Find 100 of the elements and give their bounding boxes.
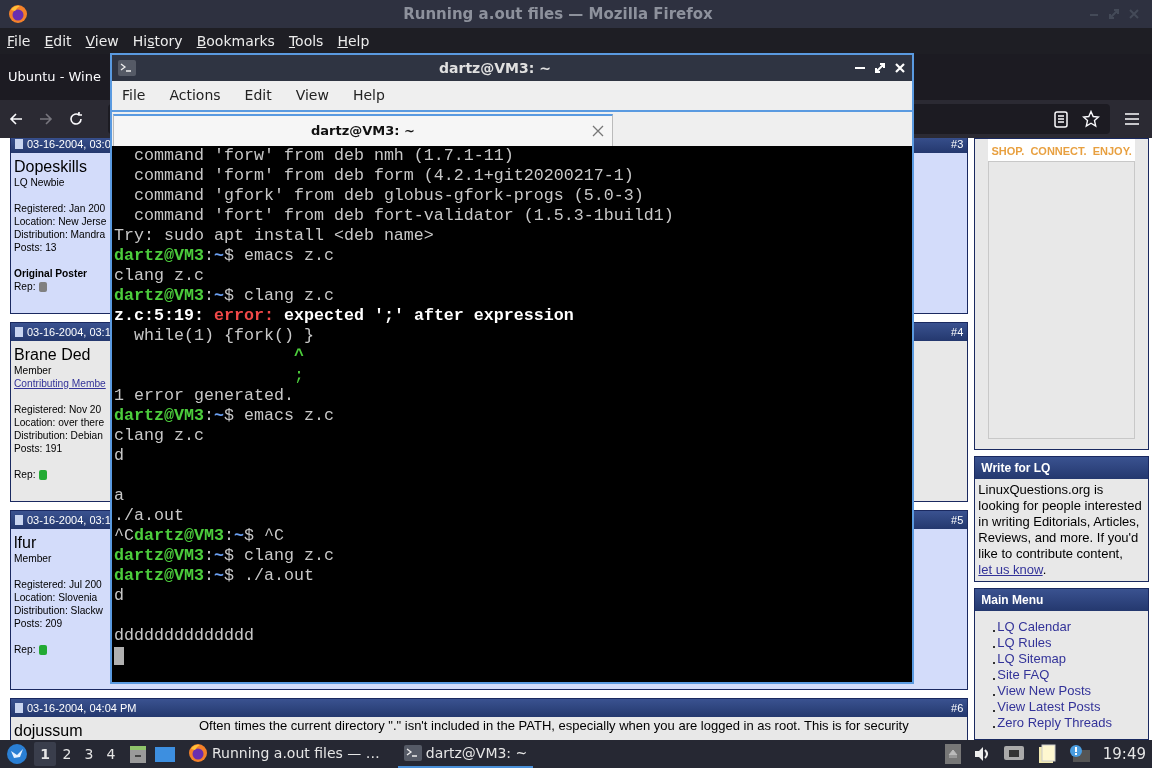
user-title-link[interactable]: Contributing Membe (14, 377, 106, 390)
menu-link[interactable]: View New Posts (997, 683, 1091, 699)
workspace-button[interactable]: 1 (34, 742, 56, 766)
desktop-icon[interactable] (154, 745, 176, 763)
menu-item[interactable]: Edit (244, 85, 272, 106)
reader-view-icon[interactable] (1054, 110, 1068, 128)
box-text: LinuxQuestions.org is looking for people interested in writing Editorials, Articles, Reviews, and more. If you'd like to contribute content, let us know. (977, 481, 1143, 579)
menu-item[interactable]: Actions (169, 85, 221, 106)
post-icon (15, 703, 23, 713)
terminal-line: clang z.c (114, 426, 205, 446)
window-title: Running a.out files — Mozilla Firefox (402, 3, 714, 25)
star-icon[interactable] (1082, 110, 1100, 128)
post-icon (15, 139, 23, 149)
post-icon (15, 515, 23, 525)
menu-link[interactable]: Site FAQ (997, 667, 1050, 683)
taskbar-button[interactable]: Running a.out files — … (182, 740, 386, 768)
terminal-line: ./a.out (114, 506, 185, 526)
post-date: 03-16-2004, 03:1 (27, 512, 111, 528)
menu-item[interactable]: File (7, 30, 31, 52)
terminal-line: ^Cdartz@VM3:~$ ^C (114, 526, 285, 546)
taskbar-button[interactable]: dartz@VM3: ~ (397, 740, 534, 768)
menu-link[interactable]: Zero Reply Threads (997, 715, 1112, 731)
rep-label: Rep: (14, 280, 36, 293)
menu-item[interactable]: Help (337, 30, 370, 52)
post-number-sign: # (951, 138, 958, 152)
menu-item[interactable]: View (295, 85, 329, 106)
terminal-line: d (114, 586, 125, 606)
firefox-logo-icon (8, 4, 28, 24)
menu-item[interactable]: Bookmarks (196, 30, 275, 52)
post-number-link[interactable]: 5 (957, 511, 964, 529)
rep-label: Rep: (14, 643, 36, 656)
username[interactable]: lfur (14, 533, 37, 552)
workspace-button[interactable]: 3 (78, 742, 100, 766)
rep-label: Rep: (14, 468, 36, 481)
menu-item[interactable]: View (85, 30, 119, 52)
user-rank: Member (14, 552, 52, 565)
terminal-icon (403, 745, 422, 761)
terminal-line: command 'forw' from deb nmh (1.7.1-11) (133, 146, 515, 166)
box-heading: Write for LQ (975, 457, 1148, 479)
back-icon[interactable] (8, 111, 24, 127)
window-title: dartz@VM3: ~ (438, 58, 552, 78)
post-number-link[interactable]: 4 (957, 323, 964, 341)
start-menu-icon[interactable] (6, 743, 28, 765)
file-cabinet-icon[interactable] (128, 744, 148, 764)
username[interactable]: Dopeskills (14, 157, 87, 176)
user-detail: Distribution: Slackw (14, 604, 103, 617)
post-date: 03-16-2004, 03:1 (27, 324, 111, 340)
menu-link[interactable]: LQ Calendar (997, 619, 1072, 635)
terminal-line: ; (292, 366, 305, 386)
post-number-link[interactable]: 3 (957, 138, 964, 153)
terminal-line: z.c:5:19: error: expected ';' after expression (114, 306, 575, 326)
user-detail: Distribution: Mandra (14, 228, 106, 241)
user-detail: Registered: Nov 20 (14, 403, 102, 416)
firefox-logo-icon (188, 743, 208, 763)
workspace-button[interactable]: 2 (56, 742, 78, 766)
menu-item[interactable]: Tools (288, 30, 324, 52)
user-detail: Posts: 191 (14, 442, 63, 455)
workspace-button[interactable]: 4 (100, 742, 122, 766)
menu-item[interactable]: Edit (44, 30, 72, 52)
terminal-line: dartz@VM3:~$ clang z.c (114, 546, 335, 566)
terminal-line: while(1) {fork() } (133, 326, 315, 346)
terminal-line: 1 error generated. (114, 386, 295, 406)
user-detail: Location: over there (14, 416, 105, 429)
terminal-line: dartz@VM3:~$ emacs z.c (114, 246, 335, 266)
terminal-tab[interactable]: dartz@VM3: ~ (311, 121, 415, 141)
user-detail: Posts: 13 (14, 241, 57, 254)
volume-icon[interactable] (972, 745, 991, 763)
menu-item[interactable]: Help (352, 85, 385, 106)
menu-link[interactable]: LQ Rules (997, 635, 1052, 651)
clipboard-icon[interactable] (1036, 744, 1057, 764)
terminal-line: clang z.c (114, 266, 205, 286)
post-icon (15, 327, 23, 337)
eject-icon[interactable] (944, 744, 961, 764)
post-number-link[interactable]: 6 (957, 699, 964, 717)
menu-item[interactable]: History (132, 30, 183, 52)
user-rank: LQ Newbie (14, 176, 65, 189)
terminal-icon (118, 60, 136, 76)
terminal-line: Try: sudo apt install <deb name> (114, 226, 435, 246)
menu-link[interactable]: LQ Sitemap (997, 651, 1066, 667)
notification-icon[interactable] (1068, 744, 1091, 764)
post-date: 03-16-2004, 04:04 PM (27, 700, 137, 716)
terminal-line: ^ (292, 346, 305, 366)
menu-item[interactable]: File (122, 85, 146, 106)
reload-icon[interactable] (68, 111, 84, 127)
ad-slogan: SHOP. CONNECT. ENJOY. (991, 143, 1132, 159)
user-detail: Distribution: Debian (14, 429, 103, 442)
terminal-line: command 'fort' from deb fort-validator (1.5.3-1build1) (133, 206, 675, 226)
contact-link[interactable]: let us know (978, 562, 1043, 577)
post-message: Often times the current directory "." isn't included in the PATH, especially when you are logged in as root. This is for security (199, 718, 910, 733)
original-poster-label: Original Poster (14, 267, 88, 280)
terminal-line: dartz@VM3:~$ emacs z.c (114, 406, 335, 426)
menu-link[interactable]: View Latest Posts (997, 699, 1101, 715)
username[interactable]: Brane Ded (14, 345, 91, 364)
post-number-sign: # (951, 700, 958, 716)
user-detail: Registered: Jan 200 (14, 202, 106, 215)
forward-icon[interactable] (38, 111, 54, 127)
network-icon[interactable] (1002, 745, 1025, 763)
menu-icon[interactable] (1124, 112, 1140, 126)
terminal-line: dartz@VM3:~$ clang z.c (114, 286, 335, 306)
post-date: 03-16-2004, 03:0 (27, 138, 111, 152)
